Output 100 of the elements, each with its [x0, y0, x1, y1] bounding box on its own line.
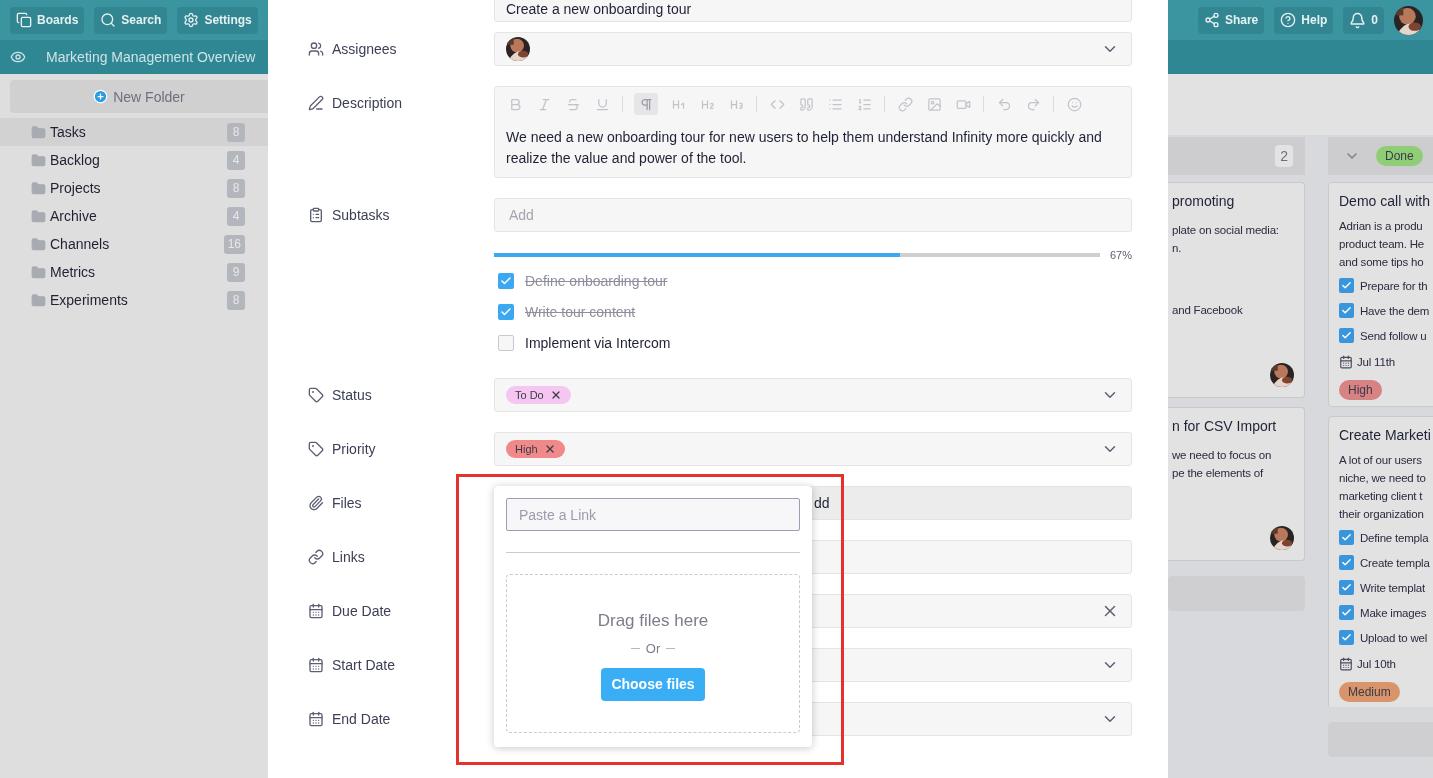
notifications-button[interactable]: 0	[1343, 6, 1384, 34]
folder-icon	[31, 292, 46, 308]
checkbox[interactable]	[498, 303, 514, 320]
users-icon	[308, 41, 324, 57]
check-icon	[1341, 330, 1352, 341]
card-text: product team. He	[1339, 237, 1425, 252]
calendar-icon	[1339, 355, 1353, 369]
card-title: n for CSV Import	[1172, 418, 1278, 434]
card-title: Create Marketi	[1339, 427, 1432, 443]
or-text: Or	[645, 640, 661, 656]
folder-icon	[31, 264, 46, 280]
checklist-text: Define templa	[1360, 530, 1429, 546]
task-card[interactable]: n for CSV Import we need to focus on pe the elements of	[1168, 407, 1305, 561]
clipboard-icon	[308, 207, 324, 223]
calendar-icon	[308, 603, 324, 619]
check-icon	[500, 305, 512, 318]
checklist-text: Have the dem	[1360, 303, 1430, 319]
card-text: pe the elements of	[1172, 466, 1265, 481]
checkbox[interactable]	[1339, 605, 1354, 620]
paragraph-icon[interactable]	[634, 93, 658, 115]
toolbar-button[interactable]: Boards	[10, 6, 85, 34]
checklist-text: Make images	[1360, 605, 1427, 621]
calendar-icon	[308, 711, 324, 727]
card-text: plate on social media:	[1172, 223, 1280, 238]
paperclip-icon	[308, 495, 324, 511]
help-icon	[1280, 12, 1297, 28]
toolbar-button[interactable]: Share	[1197, 6, 1265, 34]
settings-icon	[183, 12, 200, 28]
checkbox[interactable]	[1339, 278, 1354, 293]
card-text: their organization	[1339, 507, 1425, 522]
due-date: Jul 11th	[1357, 355, 1395, 370]
task-card[interactable]: Demo call with Adrian is a produ product team. He and some tips ho Prepare for th Have the dem Send follow u Jul 11th High	[1328, 182, 1433, 407]
link-icon	[308, 549, 324, 565]
folder-icon	[31, 180, 46, 196]
subtask-text: Implement via Intercom	[525, 334, 671, 351]
tag-icon	[308, 441, 324, 457]
checklist-text: Write templat	[1360, 580, 1425, 596]
field-label: Links	[332, 549, 365, 565]
subtask-input[interactable]: Add	[494, 198, 1132, 232]
toolbar-button[interactable]: Settings	[177, 6, 258, 34]
checkbox[interactable]	[498, 272, 514, 289]
priority-tag: High	[1339, 380, 1382, 400]
field-label: End Date	[332, 711, 391, 727]
check-icon	[1341, 557, 1352, 568]
checkbox[interactable]	[1339, 530, 1354, 545]
checkbox[interactable]	[1339, 303, 1354, 318]
checkbox[interactable]	[1339, 555, 1354, 570]
card-text: n.	[1172, 241, 1183, 256]
progress-percent: 67%	[1109, 249, 1132, 261]
board-title: Marketing Management Overview	[46, 49, 256, 65]
field-label: Files	[332, 495, 362, 511]
checklist-text: Prepare for th	[1360, 278, 1428, 294]
check-icon	[500, 274, 512, 287]
task-card[interactable]: Create Marketi A lot of our users niche, we need to marketing client t their organization Define templa Create templa Write templat Make images Upload to wel Jul 10th Medium	[1328, 416, 1433, 707]
pen-icon	[308, 95, 324, 111]
link-input[interactable]: Paste a Link	[506, 498, 800, 531]
card-text: and some tips ho	[1339, 255, 1425, 270]
card-text: marketing client t	[1339, 489, 1424, 504]
subtask-text: Write tour content	[525, 303, 636, 320]
field-label: Description	[332, 95, 403, 111]
check-icon	[1341, 532, 1352, 543]
field-label: Subtasks	[332, 207, 390, 223]
checkbox[interactable]	[498, 334, 514, 351]
tag: High	[506, 440, 565, 458]
check-icon	[1341, 305, 1352, 316]
tag-select[interactable]: High	[494, 432, 1132, 466]
toolbar-button[interactable]: Help	[1274, 6, 1334, 34]
tag-select[interactable]: To Do	[494, 378, 1132, 412]
folder-icon	[31, 124, 46, 140]
eye-icon[interactable]	[10, 49, 26, 65]
check-icon	[1341, 280, 1352, 291]
drop-text: Drag files here	[597, 610, 709, 631]
boards-icon	[16, 12, 32, 28]
card-text: niche, we need to	[1339, 471, 1427, 486]
status-tag: Done	[1376, 146, 1423, 166]
share-icon	[1203, 12, 1220, 28]
card-text: Adrian is a produ	[1339, 219, 1424, 234]
priority-tag: Medium	[1339, 682, 1400, 702]
field-label: Due Date	[332, 603, 392, 619]
card-title: Demo call with	[1339, 193, 1432, 209]
description-editor[interactable]: We need a new onboarding tour for new users to help them understand Infinity more quickly and realize the value and power of the tool.	[494, 86, 1132, 178]
tag: To Do	[506, 386, 571, 404]
checkbox[interactable]	[1339, 328, 1354, 343]
checkbox[interactable]	[1339, 580, 1354, 595]
toolbar-button[interactable]: Search	[94, 6, 168, 34]
folder-icon	[31, 236, 46, 252]
check-icon	[1341, 582, 1352, 593]
card-text: and Facebook	[1172, 303, 1244, 318]
title-field[interactable]: Create a new onboarding tour	[494, 0, 1132, 22]
search-icon	[100, 12, 117, 28]
add-card-bar[interactable]	[1168, 576, 1305, 611]
card-count: 2	[1275, 145, 1293, 167]
calendar-icon	[1339, 657, 1353, 671]
folder-icon	[31, 208, 46, 224]
subtask-text: Define onboarding tour	[525, 272, 668, 289]
calendar-icon	[308, 657, 324, 673]
task-card[interactable]: promoting plate on social media: n. and Facebook	[1168, 182, 1305, 398]
checkbox[interactable]	[1339, 630, 1354, 645]
drop-zone[interactable]: Drag files here Or Choose files	[506, 574, 800, 733]
card-text: we need to focus on	[1172, 448, 1273, 463]
